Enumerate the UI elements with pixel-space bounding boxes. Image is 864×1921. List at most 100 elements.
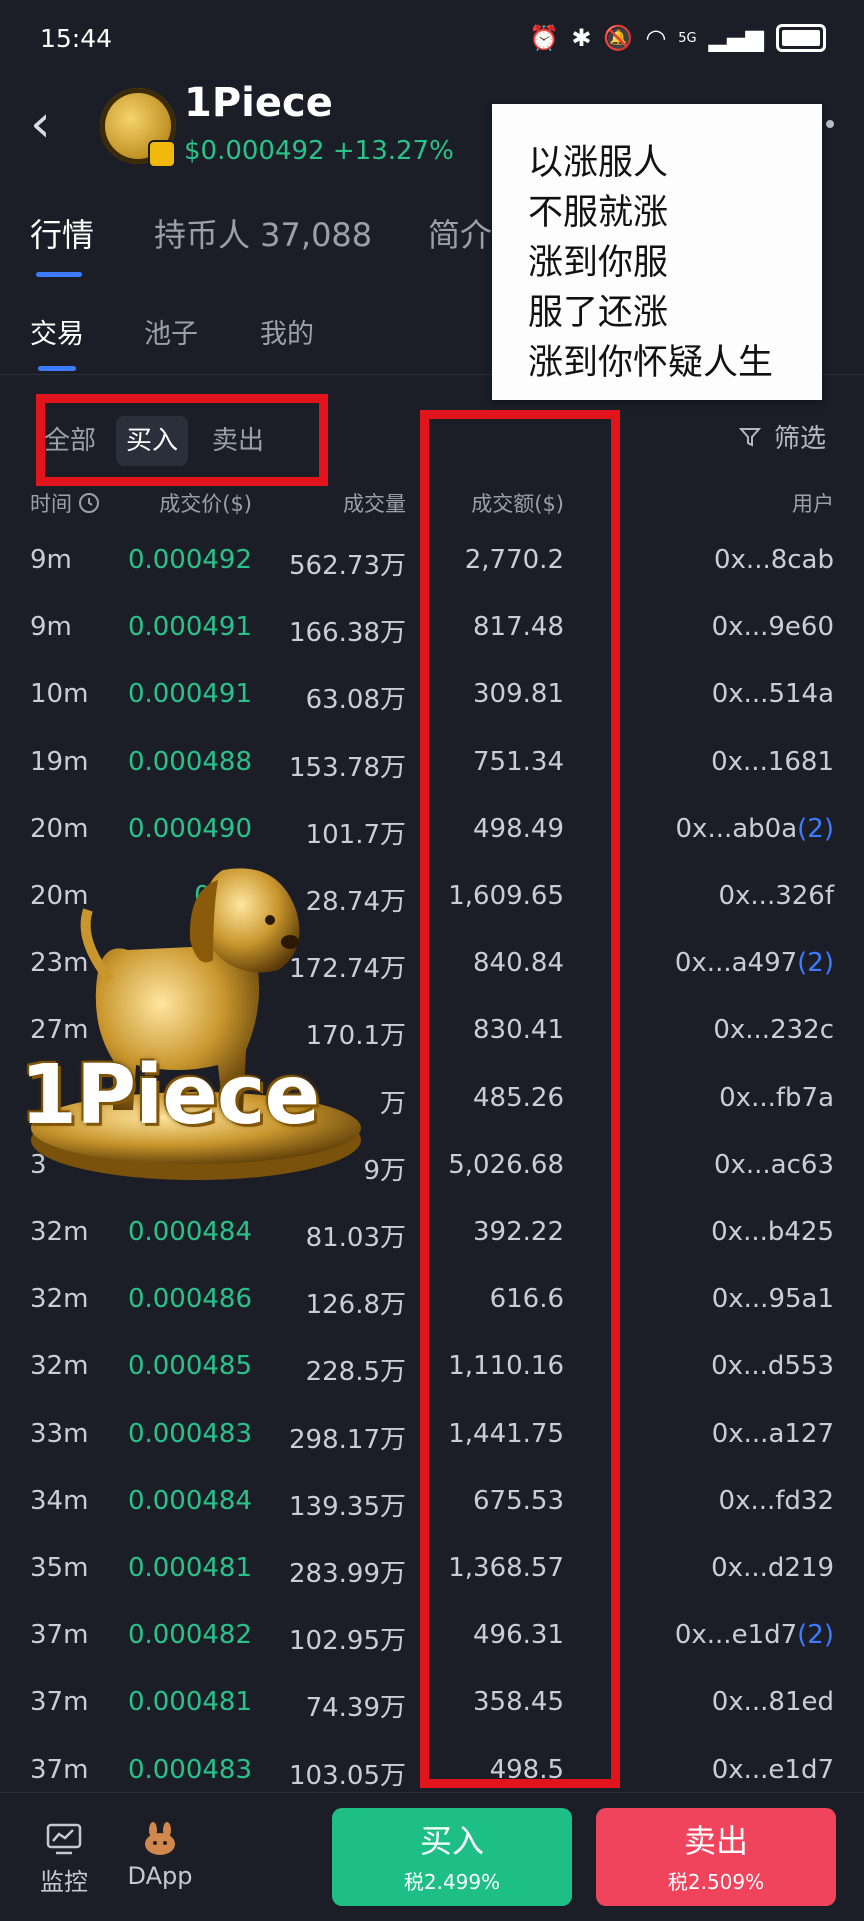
cell-time: 32m xyxy=(30,1217,89,1247)
cell-price: 0.000488 xyxy=(127,746,252,777)
header-time[interactable]: 时间 xyxy=(30,488,100,518)
alarm-icon: ⏰ xyxy=(529,24,560,52)
cell-user[interactable]: 0x...fd32 xyxy=(719,1486,834,1516)
note-line: 以涨服人 xyxy=(528,143,669,183)
cell-user[interactable]: 0x...9e60 xyxy=(712,612,834,642)
cell-time: 10m xyxy=(30,679,89,710)
user-address: 0x...d553 xyxy=(711,1351,834,1382)
cell-price: 0.000492 xyxy=(127,545,252,575)
cell-user[interactable]: 0x...a127 xyxy=(712,1419,834,1449)
user-address: 0x...a127 xyxy=(711,1418,834,1449)
cell-qty: 102.95万 xyxy=(289,1626,406,1657)
cell-user[interactable]: 0x...514a xyxy=(712,679,834,709)
cell-time: 33m xyxy=(30,1418,89,1449)
user-address: 0x...9e60 xyxy=(711,612,834,643)
chart-monitor-icon xyxy=(46,1823,82,1855)
cell-user[interactable]: 0x...8cab xyxy=(714,545,834,575)
nav-monitor[interactable]: 监控 xyxy=(24,1822,104,1897)
cell-user[interactable]: 0x...232c xyxy=(713,1015,834,1045)
nav-monitor-label: 监控 xyxy=(40,1868,88,1896)
user-trade-count-badge: (2) xyxy=(797,1620,834,1651)
cell-user[interactable]: 0x...326f xyxy=(718,881,834,911)
cell-time: 9m xyxy=(30,545,72,575)
wifi-icon: ◠ xyxy=(645,24,667,52)
user-trade-count-badge: (2) xyxy=(797,948,834,979)
user-address: 0x...ac63 xyxy=(713,1149,834,1180)
note-line: 涨到你服 xyxy=(528,243,669,283)
more-menu-icon[interactable] xyxy=(826,120,834,128)
cell-price: 0.000490 xyxy=(127,813,252,844)
user-address: 0x...8cab xyxy=(714,545,834,575)
note-line: 不服就涨 xyxy=(528,193,669,233)
nav-dapp-label: DApp xyxy=(127,1862,193,1890)
sticker-caption: 1Piece xyxy=(20,1048,320,1143)
cell-time: 37m xyxy=(30,1687,89,1718)
buy-button[interactable]: 买入 税2.499% xyxy=(332,1808,572,1906)
cell-user[interactable]: 0x...81ed xyxy=(712,1687,834,1717)
chain-badge-icon xyxy=(148,140,176,168)
back-button[interactable]: ‹ xyxy=(30,98,51,150)
subtab-active-indicator xyxy=(38,366,76,371)
user-address: 0x...e1d7 xyxy=(711,1754,834,1785)
annotation-box-filter xyxy=(36,394,328,486)
cell-time: 9m xyxy=(30,612,72,643)
cell-time: 19m xyxy=(30,746,89,777)
cell-price: 0.000484 xyxy=(127,1217,252,1247)
subtab-mine[interactable]: 我的 xyxy=(260,312,314,351)
subtab-trades[interactable]: 交易 xyxy=(30,312,84,351)
tab-holders[interactable]: 持币人 37,088 xyxy=(154,210,372,256)
sell-tax: 税2.509% xyxy=(667,1870,765,1894)
cell-qty: 103.05万 xyxy=(289,1760,406,1791)
cell-qty: 万 xyxy=(379,1088,406,1119)
cell-user[interactable]: 0x...ab0a(2) xyxy=(676,814,834,844)
battery-icon xyxy=(776,24,826,52)
cell-time: 20m xyxy=(30,813,89,844)
buy-label: 买入 xyxy=(419,1822,484,1860)
cell-qty: 63.08万 xyxy=(305,685,406,716)
cell-qty: 298.17万 xyxy=(289,1424,406,1455)
cell-user[interactable]: 0x...1681 xyxy=(711,747,834,777)
subtab-pools[interactable]: 池子 xyxy=(144,312,198,351)
cell-price: 0.000484 xyxy=(127,1485,252,1516)
signal-icon: ▂▄▆ xyxy=(708,24,764,52)
cell-price: 0.000491 xyxy=(127,612,252,643)
user-address: 0x...ab0a xyxy=(675,813,798,844)
cell-qty: 9万 xyxy=(363,1155,406,1186)
cell-user[interactable]: 0x...ac63 xyxy=(714,1150,834,1180)
cell-user[interactable]: 0x...d553 xyxy=(711,1351,834,1381)
user-address: 0x...514a xyxy=(711,679,834,710)
user-address: 0x...232c xyxy=(713,1015,834,1046)
sell-button[interactable]: 卖出 税2.509% xyxy=(596,1808,836,1906)
cell-time: 37m xyxy=(30,1754,89,1785)
cell-price: 0.000483 xyxy=(127,1754,252,1785)
header-user: 用户 xyxy=(792,492,834,516)
cell-qty: 126.8万 xyxy=(305,1290,406,1321)
clock-icon xyxy=(79,493,99,513)
user-address: 0x...326f xyxy=(718,881,834,911)
user-address: 0x...fb7a xyxy=(719,1082,834,1113)
cell-price: 0.000481 xyxy=(127,1687,252,1718)
cell-time: 32m xyxy=(30,1351,89,1382)
nav-dapp[interactable]: DApp xyxy=(120,1822,200,1890)
cell-qty: 166.38万 xyxy=(289,618,406,649)
cell-user[interactable]: 0x...a497(2) xyxy=(675,948,834,978)
cell-qty: 139.35万 xyxy=(289,1491,406,1522)
cell-user[interactable]: 0x...b425 xyxy=(711,1217,834,1247)
tab-market[interactable]: 行情 xyxy=(30,210,94,256)
cell-qty: 81.03万 xyxy=(305,1223,406,1253)
coin-price: $0.000492 xyxy=(184,136,325,166)
cell-time: 34m xyxy=(30,1485,89,1516)
header-time-label: 时间 xyxy=(30,492,72,516)
sell-label: 卖出 xyxy=(683,1822,748,1860)
user-address: 0x...a497 xyxy=(674,948,798,979)
cell-user[interactable]: 0x...d219 xyxy=(711,1553,834,1583)
cell-user[interactable]: 0x...95a1 xyxy=(712,1284,834,1314)
cell-user[interactable]: 0x...e1d7 xyxy=(712,1755,834,1785)
screen-button[interactable]: 筛选 xyxy=(738,418,826,455)
cell-time: 32m xyxy=(30,1284,89,1315)
price-change: +13.27% xyxy=(332,136,454,166)
cell-user[interactable]: 0x...fb7a xyxy=(719,1083,834,1113)
cell-user[interactable]: 0x...e1d7(2) xyxy=(675,1620,834,1650)
user-address: 0x...1681 xyxy=(711,746,834,777)
tab-intro[interactable]: 简介 xyxy=(428,210,492,256)
